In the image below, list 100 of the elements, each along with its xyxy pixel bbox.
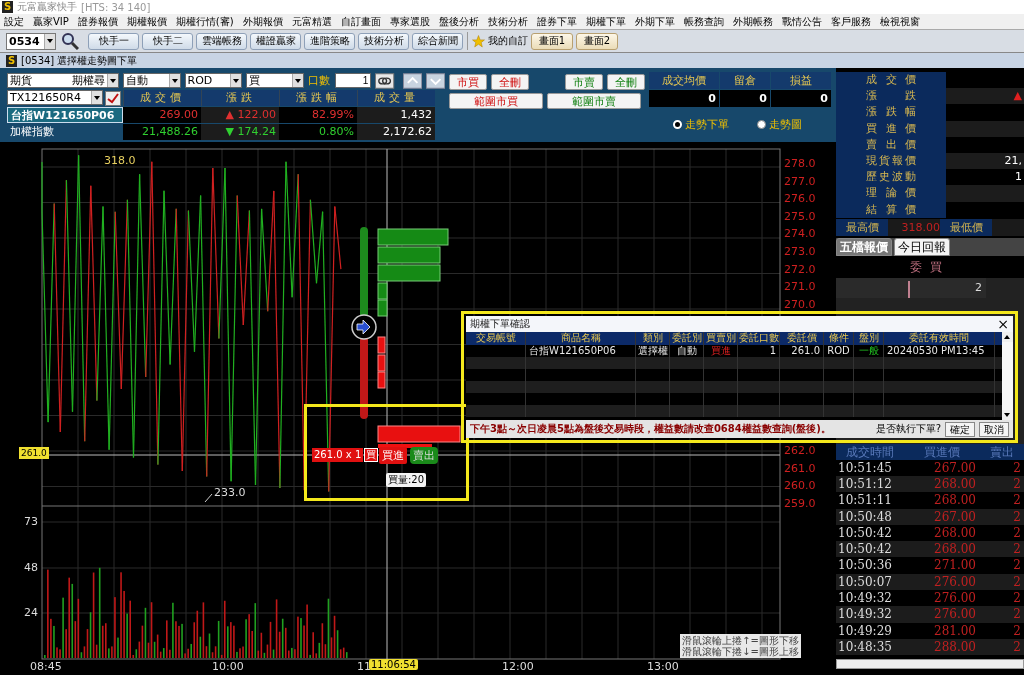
order-button[interactable]: 範圍市賣 xyxy=(547,93,641,109)
confirm-button[interactable]: 確定 xyxy=(945,421,975,437)
table-cell-text: 268.00 xyxy=(933,541,977,558)
menu-item[interactable]: 贏家VIP xyxy=(33,14,69,29)
high-label: 最高價 xyxy=(836,218,888,236)
table-cell-text: 267.00 xyxy=(933,508,977,525)
menu-item[interactable]: 元富精選 xyxy=(291,14,332,29)
sell-button[interactable]: 賣出 xyxy=(410,447,438,464)
menu-item[interactable]: 檢視視窗 xyxy=(879,14,920,29)
high-price-label: 318.0 xyxy=(104,154,136,167)
order-side-badge: 買 xyxy=(364,448,378,462)
close-button[interactable]: × xyxy=(997,317,1009,331)
table-cell-text: 2 xyxy=(1012,459,1022,476)
depth-bar xyxy=(377,228,449,246)
contract-select[interactable]: TX121650R4 xyxy=(7,90,103,105)
scrollbar[interactable] xyxy=(1002,332,1013,420)
toolbar-button[interactable]: 進階策略 xyxy=(304,32,355,50)
checkmark-icon[interactable] xyxy=(105,90,121,106)
order-button[interactable]: 市買 xyxy=(449,74,487,90)
high-value: 318.00 xyxy=(888,218,940,236)
price-axis-label: 262.0 xyxy=(784,444,816,457)
order-type-select[interactable]: 自動 xyxy=(122,73,181,88)
menu-item[interactable]: 盤後分析 xyxy=(438,14,479,29)
low-price-label: 233.0 xyxy=(214,486,246,499)
search-icon[interactable] xyxy=(61,32,79,50)
quote-name: 台指W121650P06 xyxy=(7,107,123,123)
side-select[interactable]: 買 xyxy=(246,73,305,88)
condition-select[interactable]: ROD xyxy=(184,73,243,88)
volume-axis-label: 73 xyxy=(24,515,38,528)
depth-bar xyxy=(377,336,386,354)
menu-item[interactable]: 外期報價 xyxy=(242,14,283,29)
depth-marker xyxy=(908,280,910,298)
table-cell-text: 10:50:42 xyxy=(837,541,893,558)
radio-button[interactable]: 走勢下單 xyxy=(673,117,729,132)
table-cell: 0.80% xyxy=(279,124,357,140)
toolbar-button[interactable]: 雲端帳務 xyxy=(196,32,247,50)
menu-item[interactable]: 技術分析 xyxy=(487,14,528,29)
table-cell-text: 10:50:36 xyxy=(837,557,893,574)
table-cell-text: 10:49:32 xyxy=(837,590,893,607)
toolbar-button[interactable]: 技術分析 xyxy=(358,32,409,50)
cursor-time-tag: 11:06:54 xyxy=(369,659,418,670)
order-button[interactable]: 全刪 xyxy=(607,74,645,90)
favorites-link[interactable]: 我的自訂 xyxy=(488,34,528,48)
table-cell-text: 10:50:07 xyxy=(837,573,893,591)
hint-text: 滑鼠滾輪上捲↑=圖形下移 xyxy=(682,635,799,646)
tab[interactable]: 今日回報 xyxy=(894,237,950,256)
menu-item[interactable]: 證券下單 xyxy=(536,14,577,29)
table-cell-text: 10:49:29 xyxy=(837,622,893,639)
menu-item[interactable]: 期權報價 xyxy=(126,14,167,29)
table-cell-text: 2 xyxy=(975,281,983,295)
buy-button[interactable]: 買進 xyxy=(379,447,407,464)
quote-field-label: 歷史波動 xyxy=(836,169,946,186)
link-icon[interactable] xyxy=(375,72,395,89)
code-combo[interactable]: 0534 xyxy=(6,32,56,50)
column-header: 買進價 xyxy=(922,443,961,460)
table-cell-text: 2 xyxy=(1012,606,1022,623)
menu-item[interactable]: 客戶服務 xyxy=(830,14,871,29)
order-button[interactable]: 範圍市買 xyxy=(449,93,543,109)
table-cell-text: 2 xyxy=(1012,492,1022,509)
toolbar-button[interactable]: 權證贏家 xyxy=(250,32,301,50)
table-cell: 269.00 xyxy=(123,107,201,123)
scrollbar[interactable] xyxy=(836,659,1024,670)
time-axis-label: 13:00 xyxy=(647,660,679,673)
table-cell: 0 xyxy=(771,90,831,107)
screen-button[interactable]: 畫面2 xyxy=(576,32,618,50)
menu-item[interactable]: 帳務查詢 xyxy=(683,14,724,29)
menu-item[interactable]: 自訂畫面 xyxy=(340,14,381,29)
radio-button[interactable]: 走勢圖 xyxy=(757,117,802,132)
table-cell-text: 268.00 xyxy=(933,476,977,493)
order-button[interactable]: 全刪 xyxy=(491,74,529,90)
quantity-field[interactable]: 1 xyxy=(335,73,372,88)
depth-bar xyxy=(377,299,388,317)
table-cell-text: 288.00 xyxy=(933,638,977,656)
cancel-button[interactable]: 取消 xyxy=(979,421,1009,437)
menu-item[interactable]: 證券報價 xyxy=(77,14,118,29)
menu-item[interactable]: 設定 xyxy=(4,14,24,29)
toolbar-button[interactable]: 快手二 xyxy=(142,32,193,50)
table-cell: 82.99% xyxy=(279,107,357,123)
quote-field-label: 理論價 xyxy=(836,185,946,202)
radio-circle-icon[interactable] xyxy=(757,120,766,129)
menu-item[interactable]: 期權下單 xyxy=(585,14,626,29)
toolbar-button[interactable]: 綜合新聞 xyxy=(412,32,463,50)
server-info: [HTS: 34 140] xyxy=(81,1,151,13)
menu-item[interactable]: 專家選股 xyxy=(389,14,430,29)
toolbar-button[interactable]: 快手一 xyxy=(88,32,139,50)
screen-button[interactable]: 畫面1 xyxy=(531,32,573,50)
menu-item[interactable]: 期權行情(審) xyxy=(175,14,234,29)
menu-item[interactable]: 外期帳務 xyxy=(732,14,773,29)
table-cell-text: 2 xyxy=(1012,590,1022,607)
order-price-tag: 261.0 x 1 xyxy=(312,448,364,462)
market-select[interactable]: 期貨 期權尋 xyxy=(7,73,119,88)
tab[interactable]: 五檔報價 xyxy=(836,237,892,256)
time-axis-label: 10:00 xyxy=(212,660,244,673)
column-header: 成交時間 xyxy=(845,443,895,460)
table-cell-text: 268.00 xyxy=(933,492,977,509)
column-header: 損益 xyxy=(771,72,831,89)
menu-item[interactable]: 外期下單 xyxy=(634,14,675,29)
menu-item[interactable]: 戰情公告 xyxy=(781,14,822,29)
value-cell: 21, xyxy=(946,152,1024,170)
order-button[interactable]: 市賣 xyxy=(565,74,603,90)
